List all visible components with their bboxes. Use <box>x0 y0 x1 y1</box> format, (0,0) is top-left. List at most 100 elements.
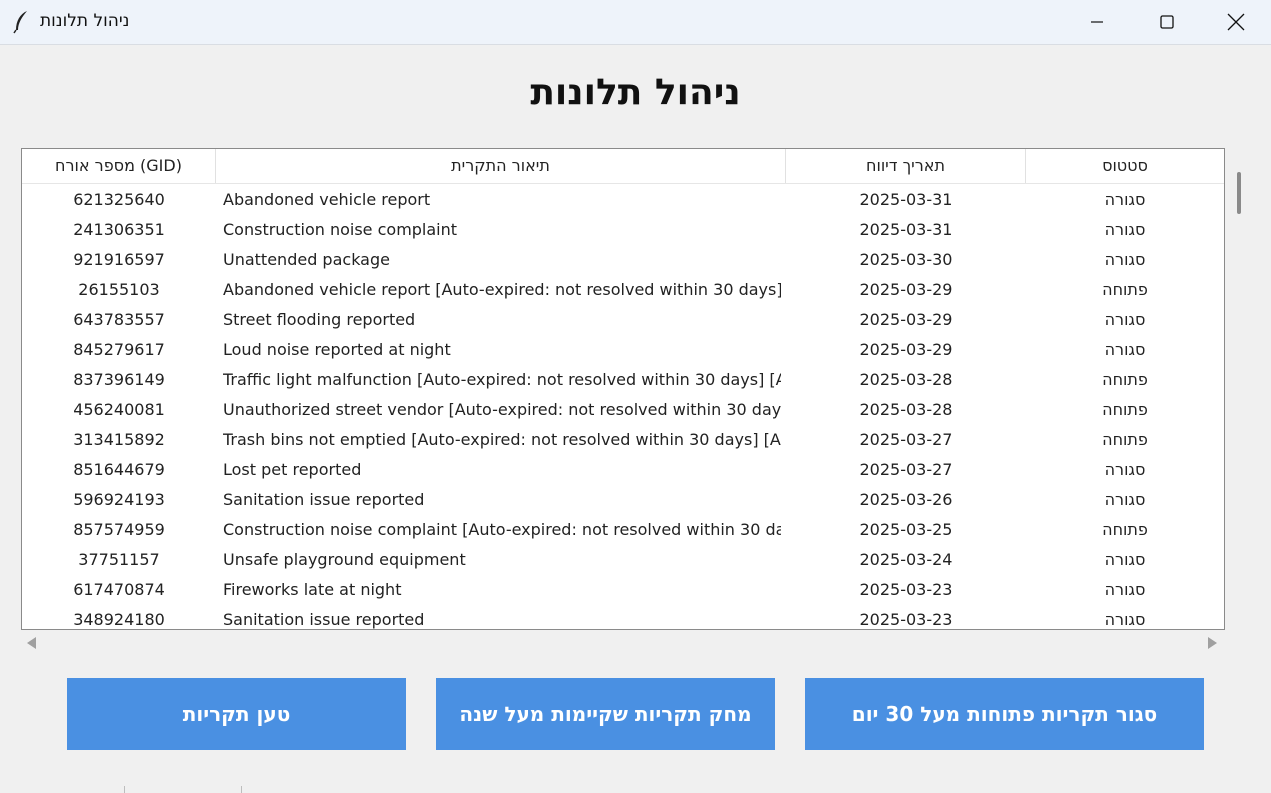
cell-gid: 37751157 <box>78 550 160 569</box>
cell-date: 2025-03-29 <box>859 310 953 329</box>
cell-description: Unsafe playground equipment <box>223 550 466 569</box>
cell-gid: 348924180 <box>73 610 165 629</box>
delete-old-incidents-button[interactable]: מחק תקריות שקיימות מעל שנה <box>436 678 775 750</box>
scroll-right-icon[interactable] <box>1208 637 1217 649</box>
cell-date: 2025-03-30 <box>859 250 953 269</box>
table-row[interactable]: 837396149 Traffic light malfunction [Auto… <box>22 365 1224 395</box>
cell-date: 2025-03-27 <box>859 460 953 479</box>
cell-date: 2025-03-27 <box>859 430 953 449</box>
minimize-button[interactable] <box>1062 0 1132 44</box>
close-open-incidents-button[interactable]: סגור תקריות פתוחות מעל 30 יום <box>805 678 1204 750</box>
cell-date: 2025-03-24 <box>859 550 953 569</box>
cell-description: Construction noise complaint [Auto-expir… <box>223 520 781 539</box>
cell-status: פתוחה <box>1102 370 1148 389</box>
cell-date: 2025-03-23 <box>859 610 953 629</box>
cell-date: 2025-03-29 <box>859 340 953 359</box>
cell-gid: 845279617 <box>73 340 165 359</box>
cell-gid: 241306351 <box>73 220 165 239</box>
cell-status: סגורה <box>1104 310 1146 329</box>
maximize-icon <box>1160 15 1174 29</box>
cell-date: 2025-03-28 <box>859 400 953 419</box>
cell-date: 2025-03-26 <box>859 490 953 509</box>
cell-status: סגורה <box>1104 610 1146 629</box>
cell-date: 2025-03-29 <box>859 280 953 299</box>
cell-description: Construction noise complaint <box>223 220 458 239</box>
table-row[interactable]: 621325640 Abandoned vehicle report 2025-03… <box>22 185 1224 215</box>
cell-description: Sanitation issue reported <box>223 490 425 509</box>
cell-description: Unattended package <box>223 250 390 269</box>
cell-gid: 596924193 <box>73 490 165 509</box>
cell-gid: 857574959 <box>73 520 165 539</box>
cell-date: 2025-03-23 <box>859 580 953 599</box>
cell-gid: 837396149 <box>73 370 165 389</box>
cell-status: סגורה <box>1104 550 1146 569</box>
horizontal-scrollbar[interactable] <box>21 632 1223 654</box>
cell-gid: 617470874 <box>73 580 165 599</box>
table-row[interactable]: 313415892 Trash bins not emptied [Auto-ex… <box>22 425 1224 455</box>
table-row[interactable]: 37751157 Unsafe playground equipment 2025-… <box>22 545 1224 575</box>
column-header-description[interactable]: תיאור התקרית <box>216 149 786 183</box>
cell-status: סגורה <box>1104 250 1146 269</box>
cell-description: Trash bins not emptied [Auto-expired: no… <box>223 430 781 449</box>
cell-description: Sanitation issue reported <box>223 610 425 629</box>
table-row[interactable]: 241306351 Construction noise complaint 202… <box>22 215 1224 245</box>
cell-description: Loud noise reported at night <box>223 340 451 359</box>
cell-gid: 621325640 <box>73 190 165 209</box>
cell-description: Fireworks late at night <box>223 580 402 599</box>
cell-gid: 313415892 <box>73 430 165 449</box>
table-row[interactable]: 851644679 Lost pet reported 2025-03-27 סגור… <box>22 455 1224 485</box>
column-header-date[interactable]: תאריך דיווח <box>786 149 1026 183</box>
cell-gid: 26155103 <box>78 280 160 299</box>
window-title: ניהול תלונות <box>40 11 130 31</box>
table-row[interactable]: 643783557 Street flooding reported 2025-03… <box>22 305 1224 335</box>
table-row[interactable]: 845279617 Loud noise reported at night 202… <box>22 335 1224 365</box>
feather-icon <box>12 10 32 34</box>
cell-gid: 921916597 <box>73 250 165 269</box>
cell-date: 2025-03-31 <box>859 220 953 239</box>
cell-description: Traffic light malfunction [Auto-expired:… <box>223 370 781 389</box>
column-header-gid[interactable]: (GID) מספר אורח <box>22 149 216 183</box>
cell-description: Street flooding reported <box>223 310 416 329</box>
cell-date: 2025-03-28 <box>859 370 953 389</box>
cell-status: סגורה <box>1104 490 1146 509</box>
cell-description: Lost pet reported <box>223 460 362 479</box>
close-button[interactable] <box>1201 0 1271 44</box>
table-row[interactable]: 921916597 Unattended package 2025-03-30 סגו… <box>22 245 1224 275</box>
cell-status: סגורה <box>1104 460 1146 479</box>
cell-gid: 456240081 <box>73 400 165 419</box>
scrollbar-thumb[interactable] <box>1237 172 1241 214</box>
cell-date: 2025-03-31 <box>859 190 953 209</box>
title-bar: ניהול תלונות <box>0 0 1271 45</box>
cell-date: 2025-03-25 <box>859 520 953 539</box>
table-row[interactable]: 857574959 Construction noise complaint [A… <box>22 515 1224 545</box>
cell-status: סגורה <box>1104 580 1146 599</box>
table-header: (GID) מספר אורח תיאור התקרית תאריך דיווח… <box>22 149 1224 184</box>
minimize-icon <box>1091 21 1103 23</box>
table-row[interactable]: 596924193 Sanitation issue reported 2025-0… <box>22 485 1224 515</box>
table-row[interactable]: 26155103 Abandoned vehicle report [Auto-e… <box>22 275 1224 305</box>
vertical-scrollbar[interactable] <box>1232 148 1246 654</box>
divider <box>241 786 242 793</box>
cell-status: סגורה <box>1104 220 1146 239</box>
cell-gid: 851644679 <box>73 460 165 479</box>
column-header-status[interactable]: סטטוס <box>1026 149 1224 183</box>
cell-status: פתוחה <box>1102 520 1148 539</box>
cell-status: סגורה <box>1104 340 1146 359</box>
divider <box>124 786 125 793</box>
incidents-table[interactable]: (GID) מספר אורח תיאור התקרית תאריך דיווח… <box>21 148 1225 630</box>
table-body: 621325640 Abandoned vehicle report 2025-03… <box>22 185 1224 629</box>
scroll-left-icon[interactable] <box>27 637 36 649</box>
cell-status: סגורה <box>1104 190 1146 209</box>
cell-description: Abandoned vehicle report <box>223 190 431 209</box>
cell-status: פתוחה <box>1102 430 1148 449</box>
table-row[interactable]: 456240081 Unauthorized street vendor [Aut… <box>22 395 1224 425</box>
cell-gid: 643783557 <box>73 310 165 329</box>
close-icon <box>1227 13 1245 31</box>
table-row[interactable]: 348924180 Sanitation issue reported 2025-0… <box>22 605 1224 629</box>
table-row[interactable]: 617470874 Fireworks late at night 2025-03-… <box>22 575 1224 605</box>
load-incidents-button[interactable]: טען תקריות <box>67 678 406 750</box>
maximize-button[interactable] <box>1132 0 1202 44</box>
cell-status: פתוחה <box>1102 400 1148 419</box>
cell-description: Abandoned vehicle report [Auto-expired: … <box>223 280 781 299</box>
cell-status: פתוחה <box>1102 280 1148 299</box>
